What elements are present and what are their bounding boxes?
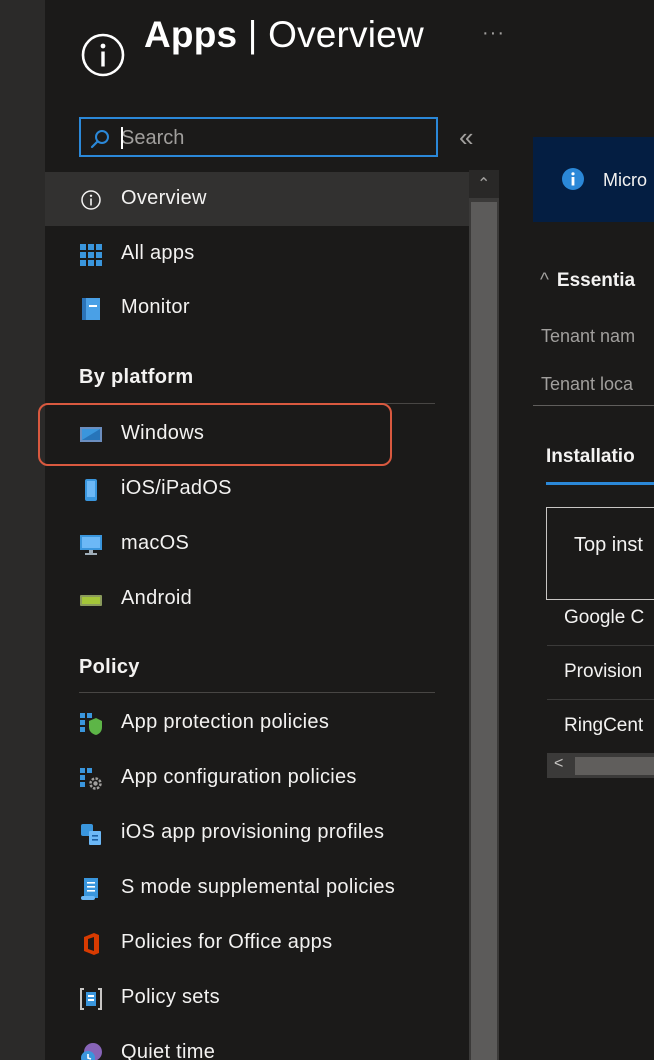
sidebar-item-monitor[interactable]: Monitor — [45, 281, 469, 335]
sidebar-scrollbar[interactable]: ⌃ — [469, 170, 499, 1060]
sidebar-item-ios-app-provisioning-profiles[interactable]: iOS app provisioning profiles — [45, 806, 469, 860]
sidebar-item-label: S mode supplemental policies — [121, 876, 396, 898]
sidebar-item-label: iOS app provisioning profiles — [121, 821, 385, 843]
grid-icon — [80, 244, 102, 266]
horizontal-scrollbar[interactable]: < — [547, 754, 654, 778]
sidebar-item-android[interactable]: Android — [45, 572, 469, 626]
office-icon — [84, 933, 99, 955]
sidebar-item-policy-sets[interactable]: Policy sets — [45, 971, 469, 1025]
sidebar-item-ios-ipados[interactable]: iOS/iPadOS — [45, 462, 469, 516]
sidebar-item-label: Policies for Office apps — [121, 931, 333, 953]
sidebar-item-quiet-time[interactable]: Quiet time — [45, 1026, 469, 1060]
sidebar-item-label: Monitor — [121, 296, 190, 318]
sidebar-item-label: Android — [121, 587, 193, 609]
table-row[interactable]: Provision — [547, 645, 654, 700]
sidebar-item-label: macOS — [121, 532, 190, 554]
windows-highlight-annotation — [38, 403, 392, 466]
quiet-time-icon — [81, 1043, 102, 1060]
section-heading-by-platform: By platform — [79, 366, 194, 388]
section-divider — [79, 692, 435, 693]
table-cell: Google C — [564, 607, 645, 628]
sidebar-item-label: iOS/iPadOS — [121, 477, 232, 499]
sidebar-item-label: Quiet time — [121, 1041, 216, 1060]
section-heading-policy: Policy — [79, 656, 140, 678]
page-title: Apps | Overview — [144, 14, 424, 56]
table-row[interactable]: RingCent — [547, 699, 654, 754]
desktop-icon — [80, 535, 102, 555]
scroll-document-icon — [81, 878, 98, 900]
horizontal-scrollbar-thumb[interactable] — [575, 757, 654, 775]
sidebar-item-app-protection-policies[interactable]: App protection policies — [45, 696, 469, 750]
sidebar-item-label: Policy sets — [121, 986, 220, 1008]
info-filled-icon — [562, 168, 584, 190]
tenant-location-label: Tenant loca — [541, 374, 634, 394]
essentials-divider — [533, 405, 654, 406]
sidebar-item-label: App configuration policies — [121, 766, 357, 788]
sidebar-item-overview[interactable]: Overview — [45, 172, 469, 226]
banner-text: Micro — [603, 170, 647, 190]
table-cell: Provision — [564, 661, 643, 682]
search-icon — [90, 130, 109, 149]
sidebar-item-label: Overview — [121, 187, 207, 209]
info-banner: Micro — [533, 137, 654, 222]
scrollbar-thumb[interactable] — [471, 202, 497, 1060]
policy-sets-icon — [80, 988, 102, 1010]
table-cell: RingCent — [564, 715, 644, 736]
left-app-rail — [0, 0, 45, 1060]
tab-installation[interactable]: Installatio — [546, 446, 635, 468]
scroll-left-button[interactable]: < — [554, 755, 563, 773]
sidebar-nav: Overview All apps Monitor By platform Wi… — [45, 170, 469, 1060]
essentials-toggle[interactable]: ^ Essentia — [540, 270, 635, 292]
shield-grid-icon — [80, 713, 102, 735]
table-row[interactable]: Google C — [547, 591, 654, 646]
sidebar-item-macos[interactable]: macOS — [45, 517, 469, 571]
essentials-title: Essentia — [556, 270, 636, 291]
collapse-sidebar-button[interactable]: « — [459, 122, 473, 153]
sidebar-item-label: App protection policies — [121, 711, 330, 733]
card-title: Top inst — [574, 534, 643, 556]
info-circle-icon — [81, 33, 125, 77]
text-caret — [121, 127, 123, 149]
search-box[interactable] — [79, 117, 438, 157]
chevron-up-icon: ⌃ — [477, 176, 491, 193]
provisioning-icon — [81, 824, 101, 845]
more-options-button[interactable]: ··· — [482, 22, 505, 45]
scroll-up-button[interactable]: ⌃ — [469, 170, 499, 198]
sidebar-item-policies-for-office-apps[interactable]: Policies for Office apps — [45, 916, 469, 970]
page-title-rest: | Overview — [237, 14, 424, 55]
top-installed-card: Top inst — [546, 507, 654, 600]
sidebar-item-s-mode-supplemental-policies[interactable]: S mode supplemental policies — [45, 861, 469, 915]
sidebar-item-app-configuration-policies[interactable]: App configuration policies — [45, 751, 469, 805]
android-device-icon — [80, 595, 102, 606]
phone-icon — [85, 479, 97, 501]
sidebar-item-label: All apps — [121, 242, 195, 264]
info-icon — [81, 190, 101, 210]
monitor-notebook-icon — [82, 298, 100, 320]
search-input[interactable] — [121, 125, 421, 151]
active-tab-indicator — [546, 482, 654, 485]
chevron-up-icon: ^ — [540, 270, 549, 291]
tenant-name-label: Tenant nam — [541, 326, 636, 346]
sidebar-item-all-apps[interactable]: All apps — [45, 227, 469, 281]
page-title-bold: Apps — [144, 14, 238, 55]
gear-grid-icon — [80, 768, 102, 790]
